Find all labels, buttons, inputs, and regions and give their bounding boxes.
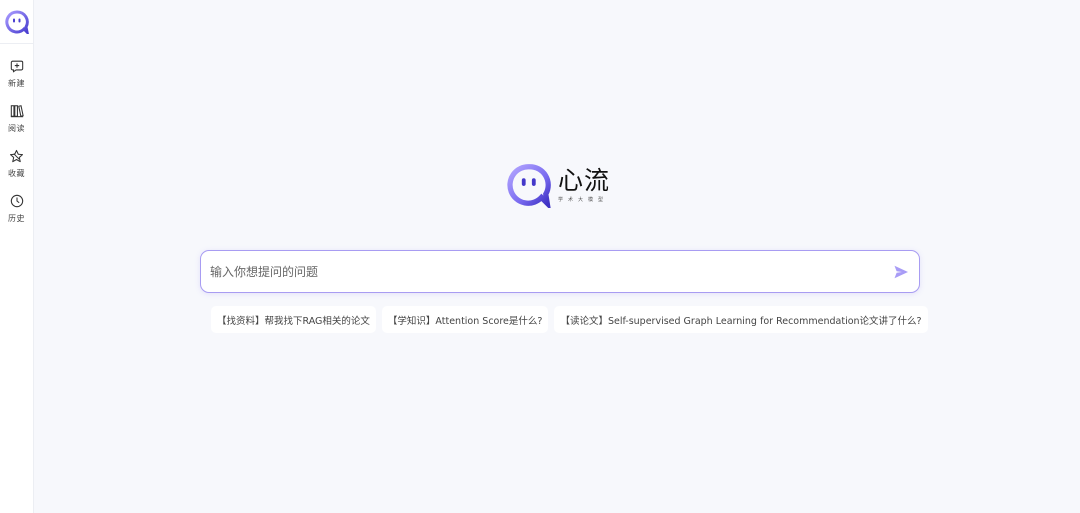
- send-icon: [894, 265, 908, 278]
- sidebar-item-label: 历史: [8, 214, 25, 223]
- bookshelf-icon: [9, 103, 25, 119]
- suggestion-chip-learn[interactable]: 【学知识】Attention Score是什么?: [381, 306, 549, 333]
- sidebar-item-label: 新建: [8, 79, 25, 88]
- send-button[interactable]: [883, 251, 919, 292]
- sidebar: 新建 阅读 收藏 历史: [0, 0, 34, 513]
- sidebar-item-label: 阅读: [8, 124, 25, 133]
- sidebar-item-read[interactable]: 阅读: [0, 103, 34, 134]
- sidebar-item-favorites[interactable]: 收藏: [0, 148, 34, 179]
- brand-name: 心流: [558, 166, 611, 195]
- brand-logo: 心流 学术大模型: [506, 162, 610, 208]
- clock-icon: [9, 193, 25, 209]
- logo-icon: [4, 9, 29, 34]
- sidebar-item-label: 收藏: [8, 169, 25, 178]
- star-icon: [9, 148, 25, 164]
- sidebar-item-history[interactable]: 历史: [0, 193, 34, 224]
- sidebar-item-new[interactable]: 新建: [0, 58, 34, 89]
- brand-subtitle: 学术大模型: [558, 197, 609, 203]
- search-box: [200, 250, 920, 293]
- logo-icon: [507, 164, 551, 208]
- suggestion-list: 【找资料】帮我找下RAG相关的论文 【学知识】Attention Score是什…: [211, 306, 928, 333]
- main-content: 心流 学术大模型 【找资料】帮我找下RAG相关的论文 【学知识】Attentio…: [34, 0, 1080, 513]
- new-chat-icon: [9, 58, 25, 74]
- sidebar-logo[interactable]: [0, 0, 34, 44]
- app-window: 新建 阅读 收藏 历史 心流 学术大模型 输入你想提问的问题 【找资料】帮我找下…: [0, 0, 1080, 513]
- search-input[interactable]: [201, 251, 883, 292]
- suggestion-chip-find-papers[interactable]: 【找资料】帮我找下RAG相关的论文: [211, 306, 376, 333]
- suggestion-chip-read-paper[interactable]: 【读论文】Self-supervised Graph Learning for …: [554, 306, 928, 333]
